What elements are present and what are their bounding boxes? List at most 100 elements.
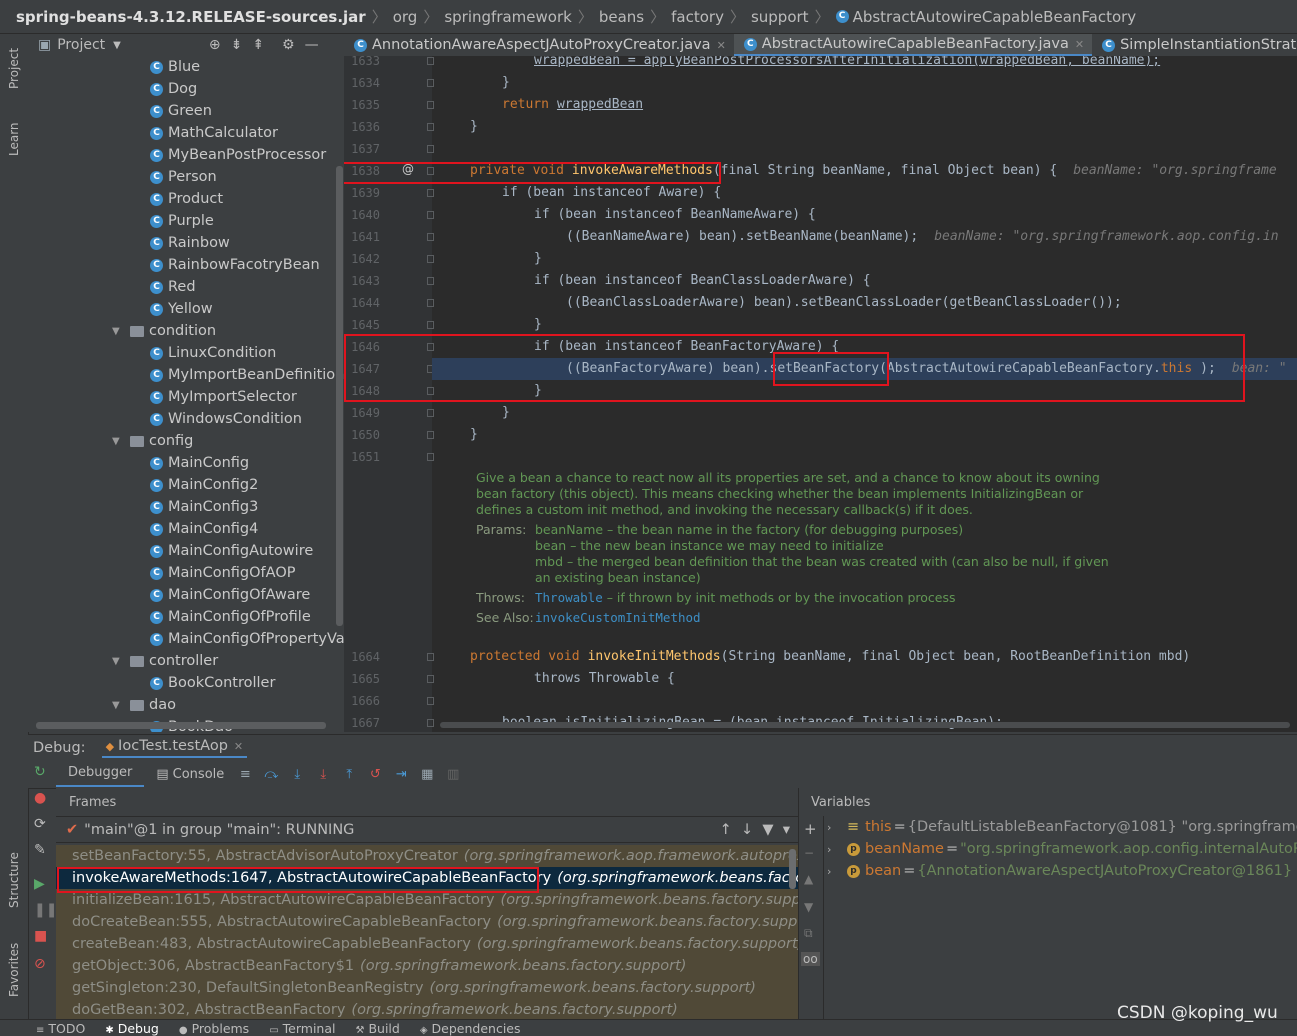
editor-horizontal-scrollbar[interactable] (440, 722, 1290, 728)
hide-panel-icon[interactable]: — (305, 37, 319, 53)
chevron-down-icon[interactable]: ▼ (113, 40, 121, 51)
fold-marker-icon[interactable] (427, 719, 434, 727)
tree-class-item[interactable]: C MainConfig3 (150, 496, 258, 518)
settings-wrench-icon[interactable]: ✎ (34, 842, 46, 858)
stack-frame[interactable]: getSingleton:230, DefaultSingletonBeanRe… (56, 977, 798, 999)
restore-layout-icon[interactable]: ⟳ (34, 816, 46, 832)
tree-class-item[interactable]: C MainConfig (150, 452, 249, 474)
tree-class-item[interactable]: C BookController (150, 672, 275, 694)
tree-class-item[interactable]: C Blue (150, 56, 200, 78)
tree-folder[interactable]: ▼ config (112, 430, 193, 452)
force-step-into-icon[interactable]: ⤓ (315, 767, 331, 782)
fold-marker-icon[interactable] (427, 431, 434, 439)
fold-marker-icon[interactable] (427, 101, 434, 109)
tree-class-item[interactable]: C MainConfigAutowire (150, 540, 313, 562)
tree-class-item[interactable]: C Product (150, 188, 223, 210)
fold-marker-icon[interactable] (427, 123, 434, 131)
structure-tool-tab[interactable]: Structure (2, 840, 26, 920)
tree-class-item[interactable]: C Yellow (150, 298, 213, 320)
breadcrumb-item[interactable]: org (393, 8, 418, 26)
tree-folder[interactable]: ▼ dao (112, 694, 176, 716)
bottom-tab[interactable]: ◈ Dependencies (420, 1021, 521, 1036)
tree-class-item[interactable]: C MainConfigOfAOP (150, 562, 295, 584)
stack-frame[interactable]: doGetBean:302, AbstractBeanFactory (org.s… (56, 999, 798, 1019)
code-editor[interactable]: 1633 1634 1635 1636 1637 1638 1639 1640 1641 1642… (344, 56, 1297, 732)
show-execution-point-icon[interactable]: ≡ (237, 767, 253, 782)
breakpoints-icon[interactable]: ● (34, 790, 46, 806)
variable-row[interactable]: › ≡ this = {DefaultListableBeanFactory@1081}… (827, 816, 1297, 838)
tree-class-item[interactable]: C MainConfigOfPropertyVa (150, 628, 344, 650)
tree-class-item[interactable]: C MyBeanPostProcessor (150, 144, 326, 166)
fold-marker-icon[interactable] (427, 697, 434, 705)
stack-frame[interactable]: getObject:306, AbstractBeanFactory$1 (org… (56, 955, 798, 977)
fold-marker-icon[interactable] (427, 57, 434, 65)
collapse-all-icon[interactable]: ⇞ (252, 37, 264, 53)
tree-class-item[interactable]: C MainConfigOfProfile (150, 606, 311, 628)
breadcrumb-item[interactable]: factory (671, 8, 724, 26)
glasses-icon[interactable]: oo (801, 952, 820, 966)
fold-marker-icon[interactable] (427, 189, 434, 197)
tree-class-item[interactable]: C Green (150, 100, 212, 122)
trace-icon[interactable]: ▥ (445, 767, 461, 782)
breadcrumb-item[interactable]: support (751, 8, 809, 26)
breadcrumb-item[interactable]: AbstractAutowireCapableBeanFactory (853, 8, 1137, 26)
variable-row[interactable]: › p beanName = "org.springframework.aop.conf… (827, 838, 1297, 860)
learn-tool-tab[interactable]: Learn (2, 114, 26, 164)
rerun-icon[interactable]: ↻ (34, 764, 46, 780)
tree-class-item[interactable]: C MyImportBeanDefinitionI (150, 364, 344, 386)
step-into-icon[interactable]: ⤓ (289, 767, 305, 782)
tree-class-item[interactable]: C MainConfigOfAware (150, 584, 310, 606)
editor-tab[interactable]: C AbstractAutowireCapableBeanFactory.java… (733, 34, 1093, 56)
step-over-icon[interactable]: ⤼ (263, 767, 279, 782)
tree-scrollbar[interactable] (336, 166, 343, 626)
bottom-tab[interactable]: ● Problems (179, 1021, 249, 1036)
editor-tab[interactable]: C AnnotationAwareAspectJAutoProxyCreator.… (344, 34, 734, 56)
tree-class-item[interactable]: C MyImportSelector (150, 386, 297, 408)
fold-marker-icon[interactable] (427, 145, 434, 153)
project-panel-title[interactable]: Project (57, 37, 105, 53)
pause-icon[interactable]: ❚❚ (34, 902, 57, 918)
bottom-tab[interactable]: ≡ TODO (36, 1021, 85, 1036)
tree-folder[interactable]: ▼ controller (112, 650, 218, 672)
chevron-down-icon[interactable]: ▼ (112, 326, 124, 337)
breadcrumb-item[interactable]: spring-beans-4.3.12.RELEASE-sources.jar (16, 8, 366, 26)
chevron-right-icon[interactable]: › (827, 843, 839, 856)
breadcrumb-item[interactable]: beans (599, 8, 644, 26)
stack-frame[interactable]: doCreateBean:555, AbstractAutowireCapabl… (56, 911, 798, 933)
project-tool-tab[interactable]: Project (2, 38, 26, 98)
fold-marker-icon[interactable] (427, 79, 434, 87)
javadoc-see-link[interactable]: invokeCustomInitMethod (535, 610, 701, 626)
fold-marker-icon[interactable] (427, 675, 434, 683)
tree-class-item[interactable]: C MainConfig2 (150, 474, 258, 496)
chevron-right-icon[interactable]: › (827, 821, 839, 834)
chevron-down-icon[interactable]: ▼ (112, 700, 124, 711)
fold-marker-icon[interactable] (427, 409, 434, 417)
tree-horizontal-scrollbar[interactable] (36, 722, 326, 729)
remove-watch-icon[interactable]: − (804, 846, 814, 860)
mute-breakpoints-icon[interactable]: ⊘ (34, 956, 46, 972)
move-down-icon[interactable]: ▼ (804, 900, 813, 914)
bottom-tab[interactable]: ✱ Debug (105, 1021, 159, 1036)
debug-session-tab[interactable]: ◆ IocTest.testAop ✕ (101, 738, 248, 758)
tree-class-item[interactable]: C MathCalculator (150, 122, 278, 144)
evaluate-expression-icon[interactable]: ▦ (419, 767, 435, 782)
chevron-down-icon[interactable]: ▼ (112, 656, 124, 667)
run-to-cursor-icon[interactable]: ⇥ (393, 767, 409, 782)
fold-marker-icon[interactable] (427, 211, 434, 219)
favorites-tool-tab[interactable]: Favorites (2, 930, 26, 1010)
tree-class-item[interactable]: C Dog (150, 78, 197, 100)
add-watch-icon[interactable]: + (804, 820, 817, 838)
step-out-icon[interactable]: ⤒ (341, 767, 357, 782)
move-up-icon[interactable]: ▲ (804, 872, 813, 886)
close-icon[interactable]: ✕ (1075, 38, 1084, 51)
fold-marker-icon[interactable] (427, 299, 434, 307)
fold-marker-icon[interactable] (427, 321, 434, 329)
thread-nav-icons[interactable]: ↑ ↓ ▼ ▾ (720, 822, 790, 838)
editor-tab[interactable]: C SimpleInstantiationStrategy (1092, 34, 1297, 56)
copy-icon[interactable]: ⧉ (804, 926, 813, 941)
breadcrumb-item[interactable]: springframework (444, 8, 571, 26)
chevron-down-icon[interactable]: ▼ (112, 436, 124, 447)
variable-row[interactable]: › p bean = {AnnotationAwareAspectJAutoProxyC… (827, 860, 1297, 882)
gear-icon[interactable]: ⚙ (282, 37, 295, 53)
fold-marker-icon[interactable] (427, 233, 434, 241)
